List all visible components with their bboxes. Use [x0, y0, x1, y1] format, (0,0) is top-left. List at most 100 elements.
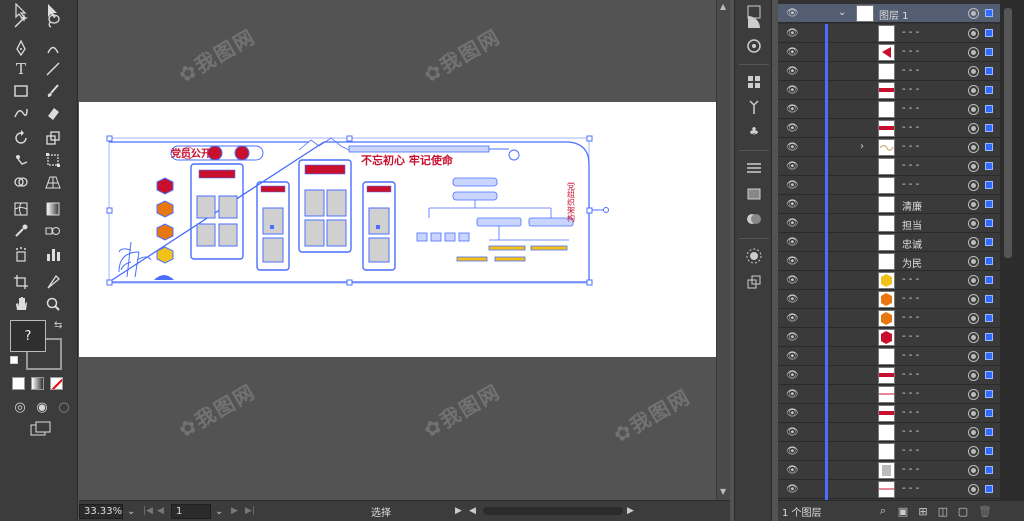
- fill-stroke-widget[interactable]: ? ⇆: [10, 320, 70, 370]
- visibility-eye-icon[interactable]: 👁: [786, 142, 799, 153]
- layer-name[interactable]: - - -: [902, 65, 919, 76]
- layer-row[interactable]: 👁 - - -: [778, 271, 1000, 290]
- perspective-grid-tool-icon[interactable]: [42, 171, 64, 193]
- layer-name[interactable]: - - -: [902, 179, 919, 190]
- layer-target-icon[interactable]: [968, 294, 979, 305]
- layer-name[interactable]: 清廉: [902, 198, 922, 213]
- eyedropper-tool-icon[interactable]: [10, 220, 32, 242]
- blend-tool-icon[interactable]: [42, 220, 64, 242]
- visibility-eye-icon[interactable]: 👁: [786, 104, 799, 115]
- gradient-tool-icon[interactable]: [42, 198, 64, 220]
- visibility-eye-icon[interactable]: 👁: [786, 275, 799, 286]
- color-mode-icon[interactable]: [12, 377, 25, 390]
- draw-behind-icon[interactable]: ◉: [34, 400, 50, 415]
- none-mode-icon[interactable]: [50, 377, 63, 390]
- rectangle-tool-icon[interactable]: [10, 80, 32, 102]
- color-guide-panel-icon[interactable]: [744, 12, 764, 32]
- zoom-field[interactable]: 33.33%: [79, 503, 123, 519]
- column-graph-tool-icon[interactable]: [42, 243, 64, 265]
- layer-name[interactable]: - - -: [902, 84, 919, 95]
- visibility-eye-icon[interactable]: 👁: [786, 484, 799, 495]
- layer-target-icon[interactable]: [968, 389, 979, 400]
- rotate-tool-icon[interactable]: [10, 127, 32, 149]
- layer-row[interactable]: 👁 - - -: [778, 328, 1000, 347]
- hscroll-left-icon[interactable]: ◀: [469, 506, 479, 516]
- layer-row[interactable]: 👁 - - -: [778, 43, 1000, 62]
- swatches-panel-icon[interactable]: [744, 72, 764, 92]
- layer-target-icon[interactable]: [968, 408, 979, 419]
- horizontal-scrollbar[interactable]: [483, 507, 623, 515]
- slice-tool-icon[interactable]: [42, 271, 64, 293]
- layer-target-icon[interactable]: [968, 8, 979, 19]
- layer-target-icon[interactable]: [968, 446, 979, 457]
- type-tool-icon[interactable]: T: [10, 58, 32, 80]
- layer-selection-indicator[interactable]: [985, 105, 993, 113]
- layer-target-icon[interactable]: [968, 104, 979, 115]
- layer-target-icon[interactable]: [968, 237, 979, 248]
- previous-artboard-icon[interactable]: ◀: [157, 506, 167, 516]
- brushes-panel-icon[interactable]: [744, 97, 764, 117]
- hand-tool-icon[interactable]: [10, 293, 32, 315]
- artboards-panel-icon[interactable]: [744, 272, 764, 292]
- layer-target-icon[interactable]: [968, 275, 979, 286]
- visibility-eye-icon[interactable]: 👁: [786, 47, 799, 58]
- scroll-down-icon[interactable]: ▼: [720, 487, 726, 496]
- layer-row[interactable]: 👁 - - -: [778, 347, 1000, 366]
- layer-selection-indicator[interactable]: [985, 124, 993, 132]
- layer-row[interactable]: 👁 - - -: [778, 100, 1000, 119]
- layers-scroll-thumb[interactable]: [1004, 8, 1012, 258]
- layer-selection-indicator[interactable]: [985, 200, 993, 208]
- layer-row[interactable]: 👁 - - -: [778, 423, 1000, 442]
- layer-selection-indicator[interactable]: [985, 352, 993, 360]
- layer-target-icon[interactable]: [968, 28, 979, 39]
- zoom-tool-icon[interactable]: [42, 293, 64, 315]
- layer-selection-indicator[interactable]: [985, 409, 993, 417]
- swap-fill-stroke-icon[interactable]: ⇆: [54, 320, 62, 331]
- layer-selection-indicator[interactable]: [985, 48, 993, 56]
- layer-name[interactable]: - - -: [902, 274, 919, 285]
- expand-chevron-right-icon[interactable]: ›: [860, 141, 864, 152]
- pen-tool-icon[interactable]: [10, 37, 32, 59]
- transparency-panel-icon[interactable]: [744, 209, 764, 229]
- visibility-eye-icon[interactable]: 👁: [786, 332, 799, 343]
- visibility-eye-icon[interactable]: 👁: [786, 465, 799, 476]
- layer-row[interactable]: 👁 - - -: [778, 366, 1000, 385]
- layer-row[interactable]: 👁 - - -: [778, 81, 1000, 100]
- layer-target-icon[interactable]: [968, 85, 979, 96]
- new-layer-icon[interactable]: ◫: [936, 504, 950, 518]
- layer-name[interactable]: - - -: [902, 407, 919, 418]
- visibility-eye-icon[interactable]: 👁: [786, 28, 799, 39]
- screen-mode-icon[interactable]: [30, 421, 52, 437]
- visibility-eye-icon[interactable]: 👁: [786, 294, 799, 305]
- locate-object-icon[interactable]: ⌕: [876, 504, 890, 518]
- layer-selection-indicator[interactable]: [985, 333, 993, 341]
- layer-target-icon[interactable]: [968, 351, 979, 362]
- visibility-eye-icon[interactable]: 👁: [786, 199, 799, 210]
- layer-name[interactable]: - - -: [902, 464, 919, 475]
- scroll-up-icon[interactable]: ▲: [720, 2, 726, 11]
- layer-selection-indicator[interactable]: [985, 466, 993, 474]
- layer-name[interactable]: - - -: [902, 483, 919, 494]
- layer-name[interactable]: 为民: [902, 255, 922, 270]
- layer-selection-indicator[interactable]: [985, 276, 993, 284]
- layer-row[interactable]: 👁 - - -: [778, 157, 1000, 176]
- layer-selection-indicator[interactable]: [985, 371, 993, 379]
- appearance-panel-icon[interactable]: [744, 246, 764, 266]
- layer-row[interactable]: 👁 清廉: [778, 195, 1000, 214]
- layer-selection-indicator[interactable]: [985, 390, 993, 398]
- layer-name[interactable]: - - -: [902, 445, 919, 456]
- layer-selection-indicator[interactable]: [985, 143, 993, 151]
- gradient-mode-icon[interactable]: [31, 377, 44, 390]
- layer-target-icon[interactable]: [968, 484, 979, 495]
- gradient-panel-icon[interactable]: [744, 184, 764, 204]
- paintbrush-tool-icon[interactable]: [42, 80, 64, 102]
- layer-selection-indicator[interactable]: [985, 447, 993, 455]
- layer-name[interactable]: - - -: [902, 103, 919, 114]
- shaper-tool-icon[interactable]: [10, 102, 32, 124]
- line-tool-icon[interactable]: [42, 58, 64, 80]
- layer-target-icon[interactable]: [968, 199, 979, 210]
- layer-name[interactable]: - - -: [902, 293, 919, 304]
- visibility-eye-icon[interactable]: 👁: [786, 66, 799, 77]
- visibility-eye-icon[interactable]: 👁: [786, 408, 799, 419]
- eraser-tool-icon[interactable]: [42, 102, 64, 124]
